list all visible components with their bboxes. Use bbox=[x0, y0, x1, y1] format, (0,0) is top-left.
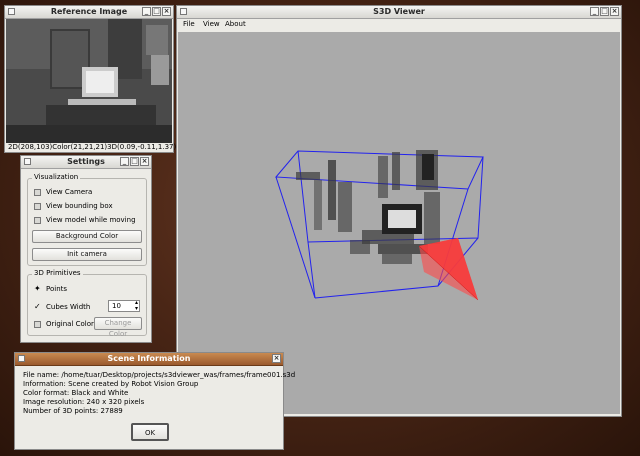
cubes-radio-icon[interactable]: ✓ bbox=[34, 302, 41, 311]
primitives-group-title: 3D Primitives bbox=[32, 269, 83, 277]
close-icon[interactable]: × bbox=[140, 157, 149, 166]
scene-information-dialog: Scene Information × File name: /home/tua… bbox=[14, 352, 295, 450]
reference-title: Reference Image bbox=[50, 7, 128, 16]
close-icon[interactable]: × bbox=[610, 7, 619, 16]
settings-window: Settings _ □ × Visualization View Camera… bbox=[20, 155, 152, 343]
settings-title: Settings bbox=[67, 157, 105, 166]
minimize-icon[interactable]: _ bbox=[590, 7, 599, 16]
change-color-button[interactable]: Change Color bbox=[94, 317, 142, 338]
visualization-group-title: Visualization bbox=[32, 173, 81, 181]
view-camera-label: View Camera bbox=[46, 188, 93, 196]
view-camera-checkbox[interactable] bbox=[34, 189, 41, 196]
scene-point-count: Number of 3D points: 27889 bbox=[23, 407, 123, 415]
width-value: 10 bbox=[112, 302, 121, 310]
scene-color-format: Color format: Black and White bbox=[23, 389, 129, 397]
close-icon[interactable]: × bbox=[162, 7, 171, 16]
menu-about[interactable]: About bbox=[225, 20, 246, 28]
menu-file[interactable]: File bbox=[183, 20, 195, 28]
view-bounding-box-checkbox[interactable] bbox=[34, 203, 41, 210]
reference-camera-image bbox=[6, 19, 172, 143]
reference-status-text: 2D(208,103)Color(21,21,21)3D(0.09,-0.11,… bbox=[8, 143, 177, 151]
close-icon[interactable]: × bbox=[272, 354, 281, 363]
view-model-moving-checkbox[interactable] bbox=[34, 217, 41, 224]
spin-up-down-icon[interactable]: ▴ ▾ bbox=[135, 300, 138, 312]
primitives-group: 3D Primitives ✦ Points ✓ Cubes Width 10 … bbox=[27, 269, 147, 338]
scene-info-text: File name: /home/tuar/Desktop/projects/s… bbox=[23, 371, 295, 416]
cubes-label: Cubes bbox=[46, 303, 68, 311]
window-menu-icon[interactable] bbox=[180, 8, 187, 15]
menu-view[interactable]: View bbox=[203, 20, 220, 28]
window-menu-icon[interactable] bbox=[8, 8, 15, 15]
menu-bar: File View About bbox=[177, 18, 621, 30]
maximize-icon[interactable]: □ bbox=[152, 7, 161, 16]
background-color-button[interactable]: Background Color bbox=[32, 230, 142, 243]
minimize-icon[interactable]: _ bbox=[120, 157, 129, 166]
scene-title-bar[interactable]: Scene Information × bbox=[15, 353, 283, 366]
original-color-label: Original Color bbox=[46, 320, 94, 328]
reference-title-bar[interactable]: Reference Image _ □ × bbox=[5, 6, 173, 19]
settings-title-bar[interactable]: Settings _ □ × bbox=[21, 156, 151, 169]
view-model-moving-label: View model while moving bbox=[46, 216, 136, 224]
ok-button[interactable]: OK bbox=[131, 423, 169, 441]
visualization-group: Visualization View Camera View bounding … bbox=[27, 173, 147, 266]
original-color-checkbox[interactable] bbox=[34, 321, 41, 328]
window-menu-icon[interactable] bbox=[18, 355, 25, 362]
maximize-icon[interactable]: □ bbox=[130, 157, 139, 166]
init-camera-button[interactable]: Init camera bbox=[32, 248, 142, 261]
width-spinbox[interactable]: 10 ▴ ▾ bbox=[108, 300, 140, 312]
scene-title: Scene Information bbox=[107, 354, 191, 363]
width-label: Width bbox=[70, 303, 91, 311]
minimize-icon[interactable]: _ bbox=[142, 7, 151, 16]
window-menu-icon[interactable] bbox=[24, 158, 31, 165]
viewer-title: S3D Viewer bbox=[373, 7, 425, 16]
maximize-icon[interactable]: □ bbox=[600, 7, 609, 16]
scene-information: Information: Scene created by Robot Visi… bbox=[23, 380, 199, 388]
view-bounding-box-label: View bounding box bbox=[46, 202, 113, 210]
reference-image-window: Reference Image _ □ × 2D(208,103)Color(2… bbox=[4, 5, 177, 153]
scene-file-name: File name: /home/tuar/Desktop/projects/s… bbox=[23, 371, 296, 379]
points-label: Points bbox=[46, 285, 68, 293]
points-radio-icon[interactable]: ✦ bbox=[34, 284, 41, 293]
scene-image-resolution: Image resolution: 240 x 320 pixels bbox=[23, 398, 145, 406]
